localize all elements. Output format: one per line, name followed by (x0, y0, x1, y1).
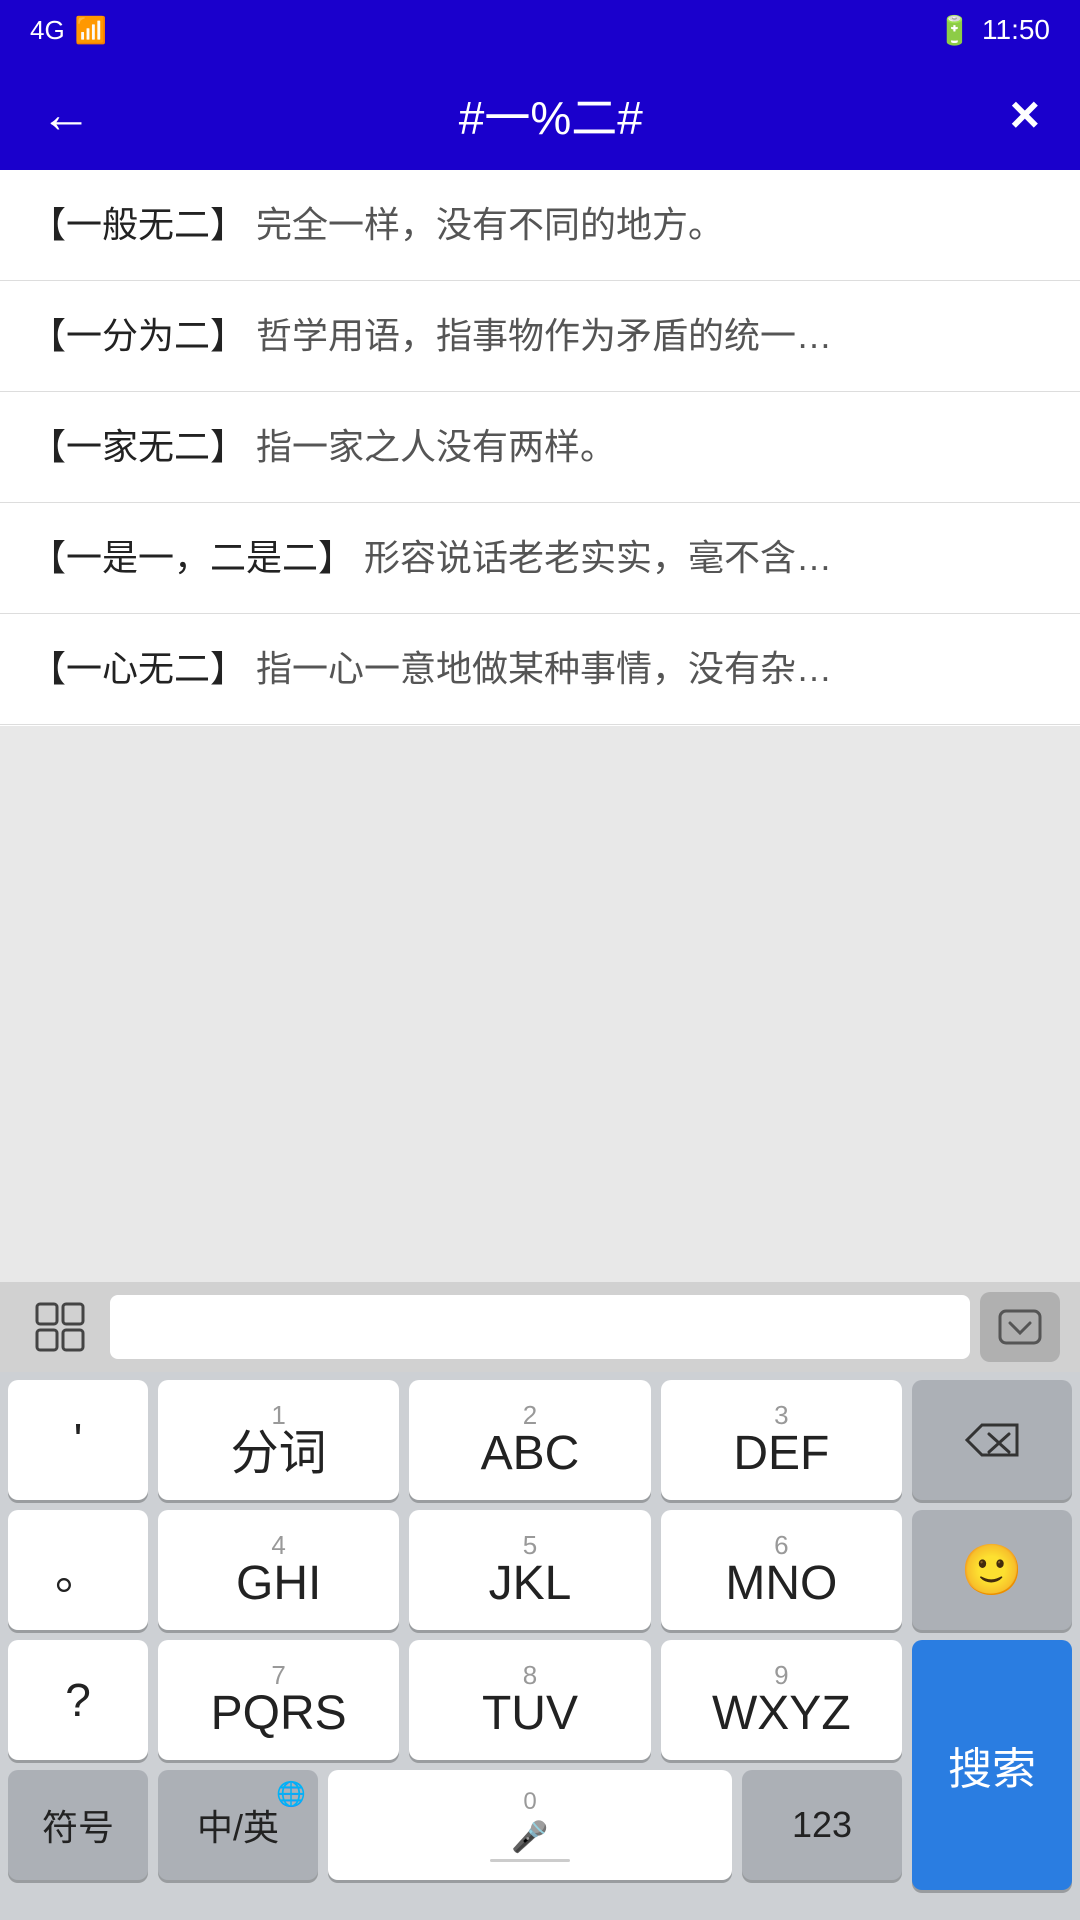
signal-icon: 4G (30, 15, 65, 46)
mic-icon: 🎤 (511, 1820, 548, 1855)
back-button[interactable]: ← (40, 85, 92, 145)
header: ← #一%二# × (0, 60, 1080, 170)
lang-switch-key[interactable]: 🌐 中/英 (158, 1770, 318, 1880)
space-num-label: 0 (523, 1788, 536, 1816)
close-button[interactable]: × (1010, 85, 1040, 145)
result-item-2[interactable]: 【一分为二】 哲学用语，指事物作为矛盾的统一… (0, 281, 1080, 392)
key-text-wxyz: WXYZ (712, 1690, 851, 1738)
result-item-1[interactable]: 【一般无二】 完全一样，没有不同的地方。 (0, 170, 1080, 281)
space-key[interactable]: 0 🎤 (328, 1770, 732, 1880)
key-9-wxyz[interactable]: 9 WXYZ (661, 1640, 902, 1760)
input-row (0, 1282, 1080, 1372)
key-6-mno[interactable]: 6 MNO (661, 1510, 902, 1630)
num-label-3: 3 (774, 1402, 788, 1428)
result-term-2: 【一分为二】 (30, 315, 246, 356)
result-def-2: 哲学用语，指事物作为矛盾的统一… (256, 315, 832, 356)
num-label-4: 4 (271, 1532, 285, 1558)
globe-icon: 🌐 (276, 1780, 306, 1809)
num-label-7: 7 (271, 1662, 285, 1688)
keyboard-area: ' 1 分词 2 ABC 3 DEF (0, 1282, 1080, 1920)
key-7-pqrs[interactable]: 7 PQRS (158, 1640, 399, 1760)
key-text-mno: MNO (725, 1560, 837, 1608)
keyboard-bottom-padding (8, 1900, 1072, 1920)
punct-key-period[interactable]: 。 (8, 1510, 148, 1630)
result-item-5[interactable]: 【一心无二】 指一心一意地做某种事情，没有杂… (0, 614, 1080, 725)
symbol-label: 符号 (42, 1799, 114, 1851)
num-label-9: 9 (774, 1662, 788, 1688)
num-label-8: 8 (523, 1662, 537, 1688)
num123-label: 123 (792, 1804, 852, 1846)
status-bar: 4G 📶 🔋 11:50 (0, 0, 1080, 60)
key-3-def[interactable]: 3 DEF (661, 1380, 902, 1500)
keyboard-bottom-row: 符号 🌐 中/英 0 🎤 (8, 1770, 902, 1880)
result-term-3: 【一家无二】 (30, 426, 246, 467)
key-5-jkl[interactable]: 5 JKL (409, 1510, 650, 1630)
keyboard-row-3: ? 7 PQRS 8 TUV 9 WXYZ (8, 1640, 902, 1760)
keyboard-rows: ' 1 分词 2 ABC 3 DEF (0, 1372, 1080, 1920)
time-display: 11:50 (982, 14, 1050, 46)
backspace-button[interactable] (912, 1380, 1072, 1500)
search-title: #一%二# (92, 82, 1010, 148)
space-key-inner: 0 🎤 (490, 1788, 570, 1862)
result-term-4: 【一是一，二是二】 (30, 537, 354, 578)
key-text-pqrs: PQRS (211, 1690, 347, 1738)
search-button[interactable]: 搜索 (912, 1640, 1072, 1890)
text-input[interactable] (110, 1295, 970, 1359)
result-def-5: 指一心一意地做某种事情，没有杂… (256, 648, 832, 689)
symbol-key[interactable]: 符号 (8, 1770, 148, 1880)
content-area: 【一般无二】 完全一样，没有不同的地方。 【一分为二】 哲学用语，指事物作为矛盾… (0, 170, 1080, 1920)
num-label-5: 5 (523, 1532, 537, 1558)
result-item-4[interactable]: 【一是一，二是二】 形容说话老老实实，毫不含… (0, 503, 1080, 614)
result-item-3[interactable]: 【一家无二】 指一家之人没有两样。 (0, 392, 1080, 503)
collapse-keyboard-button[interactable] (980, 1292, 1060, 1362)
status-right: 🔋 11:50 (937, 14, 1050, 47)
result-term-5: 【一心无二】 (30, 648, 246, 689)
key-4-ghi[interactable]: 4 GHI (158, 1510, 399, 1630)
num-label-1: 1 (271, 1402, 285, 1428)
emoji-button[interactable]: 🙂 (912, 1510, 1072, 1630)
key-text-ghi: GHI (236, 1560, 321, 1608)
key-text-abc: ABC (481, 1430, 580, 1478)
punct-key-question[interactable]: ? (8, 1640, 148, 1760)
grid-icon[interactable] (20, 1287, 100, 1367)
key-text-jkl: JKL (489, 1560, 572, 1608)
key-text-def: DEF (733, 1430, 829, 1478)
num123-key[interactable]: 123 (742, 1770, 902, 1880)
key-text-fenci: 分词 (231, 1430, 327, 1478)
status-left: 4G 📶 (30, 15, 107, 46)
key-2-abc[interactable]: 2 ABC (409, 1380, 650, 1500)
results-list: 【一般无二】 完全一样，没有不同的地方。 【一分为二】 哲学用语，指事物作为矛盾… (0, 170, 1080, 726)
lang-label: 中/英 (197, 1799, 279, 1851)
search-label: 搜索 (948, 1733, 1036, 1797)
wifi-icon: 📶 (75, 15, 107, 46)
keyboard-row-1: ' 1 分词 2 ABC 3 DEF (8, 1380, 1072, 1500)
result-def-3: 指一家之人没有两样。 (256, 426, 616, 467)
keyboard-last-section: ? 7 PQRS 8 TUV 9 WXYZ (8, 1640, 1072, 1890)
result-def-1: 完全一样，没有不同的地方。 (256, 204, 724, 245)
key-text-tuv: TUV (482, 1690, 578, 1738)
key-8-tuv[interactable]: 8 TUV (409, 1640, 650, 1760)
battery-icon: 🔋 (937, 14, 972, 47)
result-def-4: 形容说话老老实实，毫不含… (364, 537, 832, 578)
space-line (490, 1859, 570, 1862)
page-wrapper: 4G 📶 🔋 11:50 ← #一%二# × 【一般无二】 完全一样，没有不同的… (0, 0, 1080, 1920)
num-label-2: 2 (523, 1402, 537, 1428)
key-1-fenci[interactable]: 1 分词 (158, 1380, 399, 1500)
punct-key-comma[interactable]: ' (8, 1380, 148, 1500)
num-label-6: 6 (774, 1532, 788, 1558)
keyboard-col-left: ? 7 PQRS 8 TUV 9 WXYZ (8, 1640, 902, 1890)
empty-content-area (0, 726, 1080, 1282)
keyboard-row-2: 。 4 GHI 5 JKL 6 MNO 🙂 (8, 1510, 1072, 1630)
result-term-1: 【一般无二】 (30, 204, 246, 245)
